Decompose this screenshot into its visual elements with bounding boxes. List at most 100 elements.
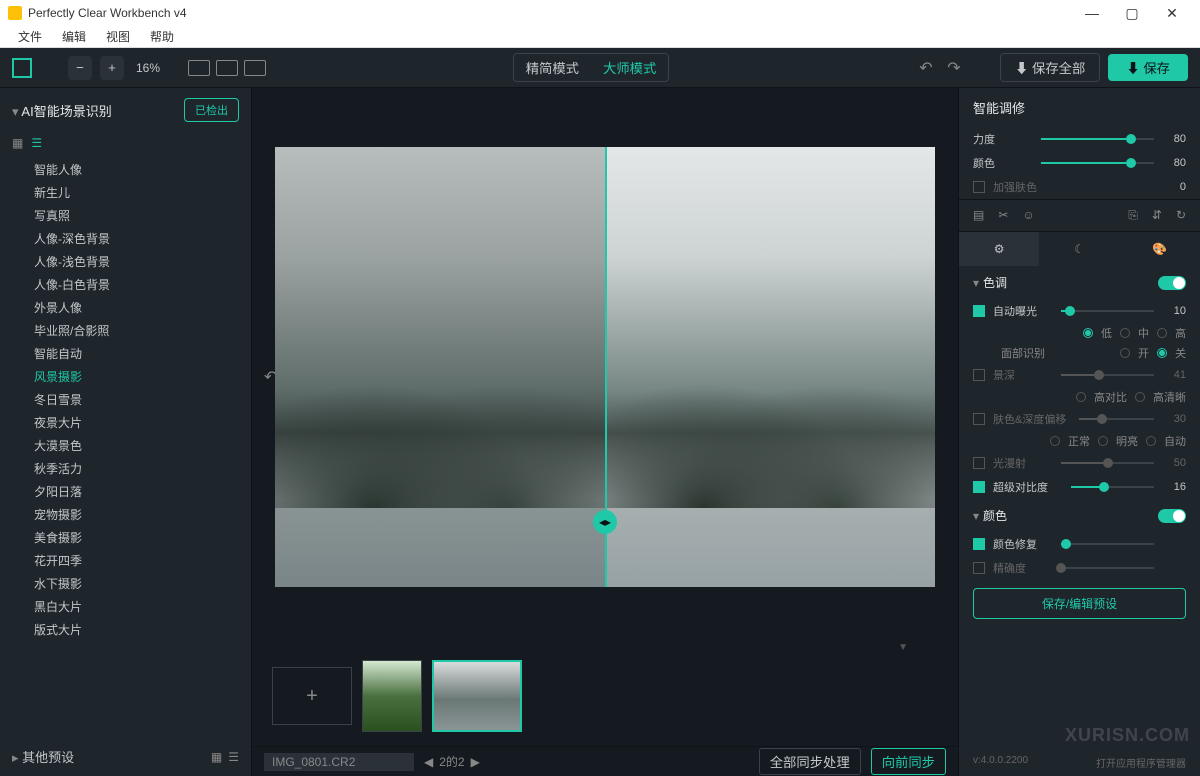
tab-moon-icon[interactable]: ☾ bbox=[1039, 232, 1119, 266]
preset-item[interactable]: 大漠景色 bbox=[22, 434, 251, 457]
crop-icon[interactable]: ✂ bbox=[998, 208, 1008, 223]
menu-edit[interactable]: 编辑 bbox=[52, 26, 96, 47]
view-single-icon[interactable] bbox=[188, 60, 210, 76]
strength-slider[interactable]: 力度 80 bbox=[959, 127, 1200, 151]
radio-face-on[interactable] bbox=[1120, 348, 1130, 358]
mode-simple-button[interactable]: 精简模式 bbox=[514, 54, 591, 81]
radio-auto[interactable] bbox=[1146, 436, 1156, 446]
mode-master-button[interactable]: 大师模式 bbox=[591, 54, 668, 81]
skin-depth-slider[interactable]: 肤色&深度偏移 30 bbox=[959, 407, 1200, 431]
preset-grid-view-icon[interactable]: ▦ bbox=[12, 136, 23, 150]
sync-all-button[interactable]: 全部同步处理 bbox=[759, 748, 861, 775]
radio-bright[interactable] bbox=[1098, 436, 1108, 446]
histogram-icon[interactable]: ▤ bbox=[973, 208, 984, 223]
other-grid-view-icon[interactable]: ▦ bbox=[211, 750, 222, 764]
menu-file[interactable]: 文件 bbox=[8, 26, 52, 47]
undo-icon[interactable]: ↶ bbox=[916, 58, 936, 78]
preset-item[interactable]: 版式大片 bbox=[22, 618, 251, 641]
preset-item[interactable]: 写真照 bbox=[22, 204, 251, 227]
add-image-button[interactable]: + bbox=[272, 667, 352, 725]
diffuse-slider[interactable]: 光漫射 50 bbox=[959, 451, 1200, 475]
super-contrast-slider[interactable]: 超级对比度 16 bbox=[959, 475, 1200, 499]
accuracy-checkbox[interactable] bbox=[973, 562, 985, 574]
radio-face-off[interactable] bbox=[1157, 348, 1167, 358]
minimize-button[interactable]: — bbox=[1072, 5, 1112, 22]
auto-exposure-slider[interactable]: 自动曝光 10 bbox=[959, 299, 1200, 323]
view-compare-icon[interactable] bbox=[244, 60, 266, 76]
preset-item[interactable]: 人像-白色背景 bbox=[22, 273, 251, 296]
tone-section-header[interactable]: 色调 bbox=[959, 266, 1200, 299]
sync-forward-button[interactable]: 向前同步 bbox=[871, 748, 946, 775]
compare-handle-icon[interactable]: ◂▸ bbox=[593, 510, 617, 534]
detect-button[interactable]: 已检出 bbox=[184, 98, 239, 122]
skin-depth-checkbox[interactable] bbox=[973, 413, 985, 425]
open-manager-link[interactable]: 打开应用程序管理器 bbox=[1096, 755, 1186, 770]
radio-normal[interactable] bbox=[1050, 436, 1060, 446]
view-split-icon[interactable] bbox=[216, 60, 238, 76]
redo-icon[interactable]: ↷ bbox=[944, 58, 964, 78]
preset-item[interactable]: 毕业照/合影照 bbox=[22, 319, 251, 342]
window-title: Perfectly Clear Workbench v4 bbox=[28, 6, 1072, 20]
face-icon[interactable]: ☺ bbox=[1022, 208, 1034, 223]
page-prev-icon[interactable]: ◀ bbox=[424, 755, 433, 769]
save-preset-button[interactable]: 保存/编辑预设 bbox=[973, 588, 1186, 619]
preset-item[interactable]: 冬日雪景 bbox=[22, 388, 251, 411]
depth-slider[interactable]: 景深 41 bbox=[959, 363, 1200, 387]
thumbnail-1[interactable] bbox=[362, 660, 422, 732]
adjust-tabs: ⚙ ☾ 🎨 bbox=[959, 232, 1200, 266]
auto-exposure-checkbox[interactable] bbox=[973, 305, 985, 317]
accuracy-slider[interactable]: 精确度 bbox=[959, 556, 1200, 580]
color-restore-slider[interactable]: 颜色修复 bbox=[959, 532, 1200, 556]
preset-list-view-icon[interactable]: ☰ bbox=[31, 136, 42, 150]
save-all-button[interactable]: ⬇ 保存全部 bbox=[1000, 53, 1100, 82]
page-next-icon[interactable]: ▶ bbox=[471, 755, 480, 769]
zoom-in-button[interactable]: + bbox=[100, 56, 124, 80]
radio-low[interactable] bbox=[1083, 328, 1093, 338]
color-section-header[interactable]: 颜色 bbox=[959, 499, 1200, 532]
reset-icon[interactable]: ↻ bbox=[1176, 208, 1186, 223]
super-contrast-checkbox[interactable] bbox=[973, 481, 985, 493]
preset-item[interactable]: 美食摄影 bbox=[22, 526, 251, 549]
preset-item[interactable]: 黑白大片 bbox=[22, 595, 251, 618]
radio-highclear[interactable] bbox=[1135, 392, 1145, 402]
preset-item[interactable]: 水下摄影 bbox=[22, 572, 251, 595]
preset-item[interactable]: 智能自动 bbox=[22, 342, 251, 365]
save-button[interactable]: ⬇ 保存 bbox=[1108, 54, 1188, 81]
preset-item[interactable]: 外景人像 bbox=[22, 296, 251, 319]
tab-palette-icon[interactable]: 🎨 bbox=[1120, 232, 1200, 266]
preset-item[interactable]: 夜景大片 bbox=[22, 411, 251, 434]
menu-view[interactable]: 视图 bbox=[96, 26, 140, 47]
color-restore-checkbox[interactable] bbox=[973, 538, 985, 550]
preset-item[interactable]: 宠物摄影 bbox=[22, 503, 251, 526]
preset-item[interactable]: 智能人像 bbox=[22, 158, 251, 181]
preset-item[interactable]: 新生儿 bbox=[22, 181, 251, 204]
copy-icon[interactable]: ⎘ bbox=[1128, 208, 1138, 223]
close-button[interactable]: ✕ bbox=[1152, 5, 1192, 22]
maximize-button[interactable]: ▢ bbox=[1112, 5, 1152, 22]
enhance-skin-checkbox[interactable] bbox=[973, 181, 985, 193]
radio-high[interactable] bbox=[1157, 328, 1167, 338]
preset-item[interactable]: 秋季活力 bbox=[22, 457, 251, 480]
preset-item[interactable]: 人像-深色背景 bbox=[22, 227, 251, 250]
diffuse-checkbox[interactable] bbox=[973, 457, 985, 469]
depth-checkbox[interactable] bbox=[973, 369, 985, 381]
other-presets-title[interactable]: 其他预设 bbox=[12, 747, 211, 766]
radio-mid[interactable] bbox=[1120, 328, 1130, 338]
thumbnail-2[interactable] bbox=[432, 660, 522, 732]
preset-item[interactable]: 风景摄影 bbox=[22, 365, 251, 388]
image-preview[interactable]: ◂▸ bbox=[275, 147, 935, 587]
preset-item[interactable]: 花开四季 bbox=[22, 549, 251, 572]
other-list-view-icon[interactable]: ☰ bbox=[228, 750, 239, 764]
zoom-out-button[interactable]: − bbox=[68, 56, 92, 80]
enhance-skin-row[interactable]: 加强肤色 0 bbox=[959, 175, 1200, 199]
tone-toggle[interactable] bbox=[1158, 276, 1186, 290]
color-slider[interactable]: 颜色 80 bbox=[959, 151, 1200, 175]
paste-icon[interactable]: ⇵ bbox=[1152, 208, 1162, 223]
tab-sliders-icon[interactable]: ⚙ bbox=[959, 232, 1039, 266]
preset-item[interactable]: 夕阳日落 bbox=[22, 480, 251, 503]
preset-item[interactable]: 人像-浅色背景 bbox=[22, 250, 251, 273]
color-toggle[interactable] bbox=[1158, 509, 1186, 523]
radio-highcontrast[interactable] bbox=[1076, 392, 1086, 402]
menu-help[interactable]: 帮助 bbox=[140, 26, 184, 47]
crop-tool-icon[interactable] bbox=[12, 58, 32, 78]
